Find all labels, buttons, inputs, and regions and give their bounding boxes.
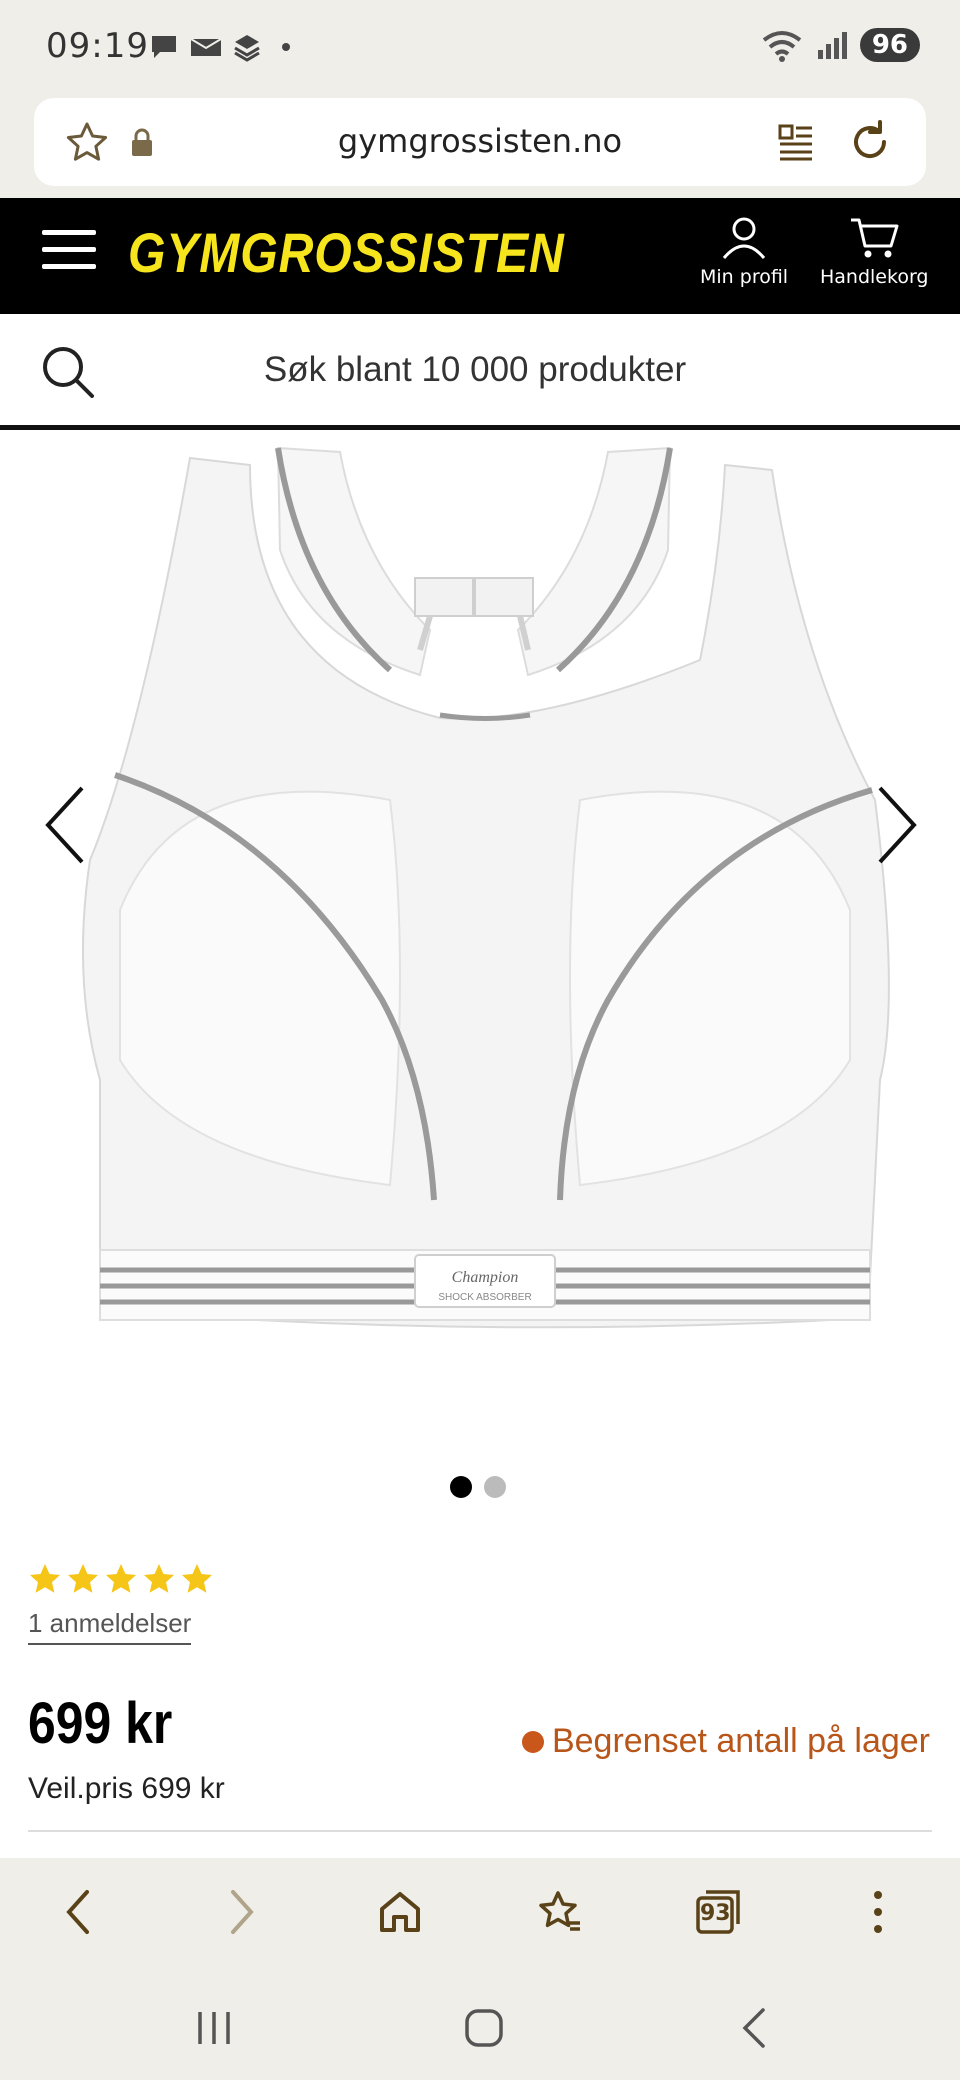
address-bar[interactable]: gymgrossisten.no (34, 98, 926, 186)
home-icon (380, 1892, 420, 1932)
more-vertical-icon (874, 1891, 882, 1933)
divider (28, 1830, 932, 1832)
notification-icons (150, 32, 290, 62)
stock-status-dot (521, 1730, 544, 1753)
next-image-arrow-icon[interactable] (872, 780, 922, 870)
profile-button[interactable]: Min profil (700, 216, 788, 288)
cart-label: Handlekorg (820, 266, 929, 288)
image-dot-2[interactable] (484, 1476, 506, 1498)
home-circle-icon (465, 2009, 503, 2047)
site-logo[interactable]: GYMGROSSISTEN (128, 220, 565, 285)
star-icon (106, 1564, 136, 1593)
search-input[interactable]: Søk blant 10 000 produkter (0, 350, 950, 390)
star-icon (68, 1564, 98, 1593)
profile-label: Min profil (700, 266, 789, 288)
tab-count: 93 (700, 1901, 731, 1926)
browser-toolbar: 93 (0, 1858, 960, 1968)
menu-icon[interactable] (42, 230, 96, 274)
more-notifications-dot (282, 43, 290, 51)
site-search[interactable]: Søk blant 10 000 produkter (0, 314, 960, 430)
recent-apps-button[interactable] (184, 1998, 244, 2058)
star-icon (144, 1564, 174, 1593)
signal-icon (817, 32, 847, 59)
home-nav-button[interactable] (454, 1998, 514, 2058)
more-options-button[interactable] (848, 1882, 908, 1942)
site-header: GYMGROSSISTEN Min profil Handlekorg (0, 198, 960, 314)
system-navigation-bar (0, 1968, 960, 2080)
rating-stars (28, 1562, 214, 1596)
recommended-price: Veil.pris 699 kr (28, 1772, 225, 1805)
cart-icon (851, 218, 899, 258)
reload-icon[interactable] (846, 118, 894, 166)
browser-url-area: gymgrossisten.no (0, 92, 960, 198)
forward-button[interactable] (212, 1882, 272, 1942)
stock-status-text: Begrenset antall på lager (551, 1722, 930, 1760)
previous-image-arrow-icon[interactable] (40, 780, 90, 870)
reviews-link[interactable]: 1 anmeldelser (28, 1608, 192, 1645)
product-image[interactable]: Champion SHOCK ABSORBER (60, 440, 910, 1360)
home-button[interactable] (370, 1882, 430, 1942)
app-icon (234, 35, 260, 62)
tabs-button[interactable]: 93 (688, 1882, 748, 1942)
image-dot-1[interactable] (450, 1476, 472, 1498)
status-time: 09:19 (46, 26, 149, 66)
back-nav-icon (742, 2008, 765, 2048)
product-gallery: Champion SHOCK ABSORBER (0, 430, 960, 1498)
status-right: 96 (760, 28, 920, 62)
forward-arrow-icon (231, 1890, 254, 1934)
wifi-icon (762, 31, 802, 62)
stock-status: Begrenset antall på lager (521, 1722, 930, 1761)
bookmarks-button[interactable] (530, 1882, 590, 1942)
user-icon (722, 217, 766, 259)
product-price: 699 kr (28, 1691, 173, 1756)
reader-mode-icon[interactable] (776, 122, 816, 162)
status-bar: 09:19 96 (0, 0, 960, 92)
back-button[interactable] (48, 1882, 108, 1942)
image-brand-text: Champion (452, 1269, 519, 1286)
star-icon (30, 1564, 60, 1593)
page: 09:19 96 gymgrossisten.no GYMGROSSISTEN … (0, 0, 960, 2080)
message-icon (190, 38, 222, 56)
chat-icon (152, 36, 176, 58)
cart-button[interactable]: Handlekorg (820, 216, 929, 288)
recent-apps-icon (198, 2012, 230, 2044)
image-pagination (450, 1476, 506, 1498)
bookmarks-star-icon (539, 1891, 580, 1931)
back-nav-button[interactable] (724, 1998, 784, 2058)
image-subtext: SHOCK ABSORBER (438, 1292, 531, 1303)
star-icon (182, 1564, 212, 1593)
battery-indicator: 96 (859, 28, 920, 62)
back-arrow-icon (66, 1890, 89, 1934)
